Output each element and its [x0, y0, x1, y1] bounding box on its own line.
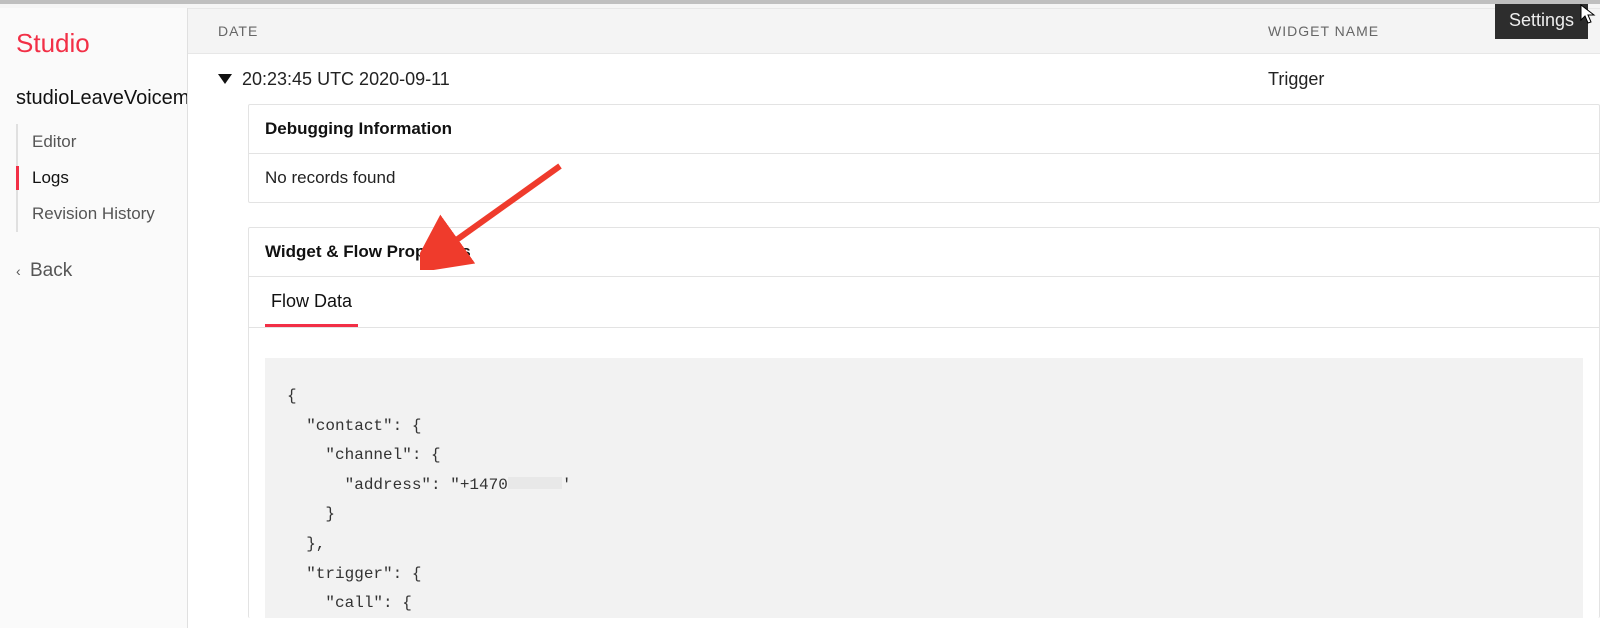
code-line: "contact": { [287, 417, 421, 435]
sidebar: Studio studioLeaveVoicema Editor Logs Re… [0, 8, 188, 628]
nav-item-revision-history[interactable]: Revision History [18, 196, 187, 232]
nav-list: Editor Logs Revision History [16, 124, 187, 232]
expand-icon[interactable] [218, 74, 236, 84]
settings-button[interactable]: Settings [1495, 4, 1588, 39]
code-line: }, [287, 535, 325, 553]
nav-item-editor[interactable]: Editor [18, 124, 187, 160]
code-line: } [287, 505, 335, 523]
panel-widget-flow-properties: Widget & Flow Properties Flow Data { "co… [248, 227, 1600, 618]
column-header-date: DATE [218, 23, 1268, 39]
redacted-value [508, 477, 562, 489]
code-line: "call": { [287, 594, 412, 612]
log-detail-panels: Debugging Information No records found W… [188, 104, 1600, 618]
panel-debugging-title: Debugging Information [249, 105, 1599, 154]
code-line: "channel": { [287, 446, 441, 464]
chevron-left-icon: ‹ [16, 263, 21, 279]
panel-debugging-body: No records found [249, 154, 1599, 202]
back-label: Back [30, 260, 72, 281]
tab-row: Flow Data [249, 277, 1599, 328]
flow-name: studioLeaveVoicema [0, 87, 187, 124]
back-link[interactable]: ‹ Back [0, 232, 187, 282]
brand-title[interactable]: Studio [0, 28, 187, 87]
panel-properties-title: Widget & Flow Properties [249, 228, 1599, 277]
log-row[interactable]: 20:23:45 UTC 2020-09-11 Trigger [188, 54, 1600, 104]
nav-item-logs[interactable]: Logs [18, 160, 187, 196]
code-line: "address": "+1470 [287, 476, 508, 494]
panel-debugging-info: Debugging Information No records found [248, 104, 1600, 203]
column-header-widget-name: WIDGET NAME [1268, 23, 1379, 39]
tab-flow-data[interactable]: Flow Data [265, 277, 358, 327]
flow-data-json: { "contact": { "channel": { "address": "… [265, 358, 1583, 618]
code-line: "trigger": { [287, 565, 421, 583]
log-widget-name: Trigger [1268, 69, 1324, 90]
log-timestamp: 20:23:45 UTC 2020-09-11 [236, 69, 450, 90]
main-area: DATE WIDGET NAME 20:23:45 UTC 2020-09-11… [188, 8, 1600, 628]
code-tail: ' [562, 476, 572, 494]
code-line: { [287, 387, 297, 405]
table-header: DATE WIDGET NAME [188, 8, 1600, 54]
